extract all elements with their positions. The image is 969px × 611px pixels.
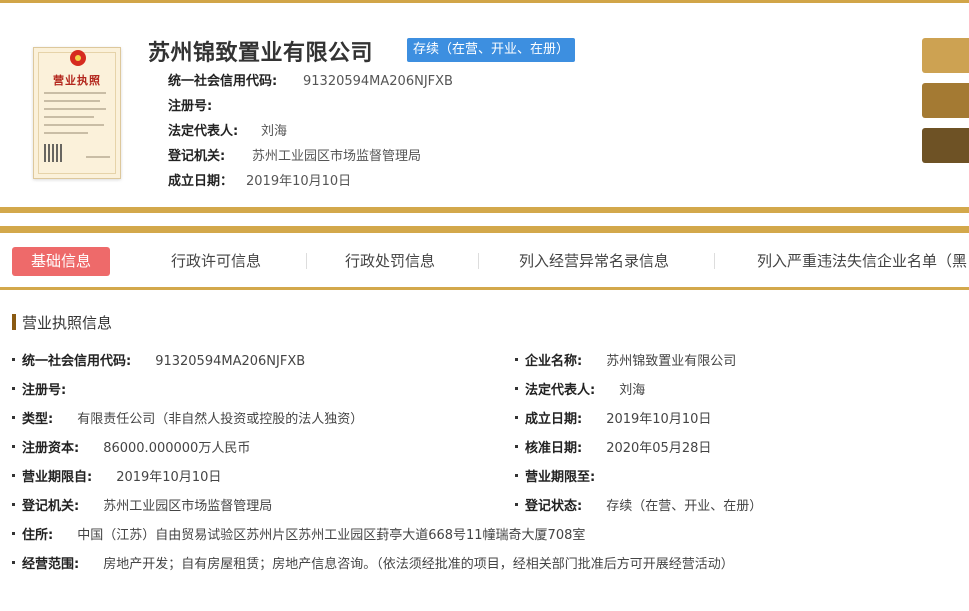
license-line (44, 124, 104, 126)
license-stamp-line (86, 156, 110, 158)
field-value: 2019年10月10日 (116, 470, 222, 485)
header-authority-value: 苏州工业园区市场监督管理局 (252, 149, 422, 164)
field-label: 类型: (22, 412, 54, 427)
field-authority: 登记机关: 苏州工业园区市场监督管理局 (12, 495, 272, 514)
tab-abnormal-list[interactable]: 列入经营异常名录信息 (519, 247, 669, 276)
license-line (44, 108, 106, 110)
tab-blacklist[interactable]: 列入严重违法失信企业名单（黑 (757, 247, 969, 276)
top-gold-bar (0, 0, 969, 3)
field-label: 成立日期: (525, 412, 583, 427)
field-scope: 经营范围: 房地产开发；自有房屋租赁；房地产信息咨询。（依法须经批准的项目，经相关… (12, 553, 734, 572)
section-title: 营业执照信息 (12, 312, 112, 333)
field-label: 登记机关: (22, 499, 80, 514)
bullet (12, 445, 15, 448)
field-term-from: 营业期限自: 2019年10月10日 (12, 466, 221, 485)
field-label: 注册资本: (22, 441, 80, 456)
header-legal-rep-label: 法定代表人: (168, 124, 239, 139)
bullet (12, 474, 15, 477)
tab-basic-info[interactable]: 基础信息 (12, 247, 110, 276)
field-label: 核准日期: (525, 441, 583, 456)
field-type: 类型: 有限责任公司（非自然人投资或控股的法人独资） (12, 408, 363, 427)
divider-gold-2 (0, 226, 969, 233)
divider-gold-3 (0, 287, 969, 290)
side-action-button-1[interactable] (922, 38, 969, 73)
bullet (515, 358, 518, 361)
status-badge: 存续（在营、开业、在册） (407, 38, 576, 62)
field-label: 注册号: (22, 383, 67, 398)
field-value: 有限责任公司（非自然人投资或控股的法人独资） (77, 412, 364, 427)
header-reg-no-row: 注册号: (168, 95, 212, 114)
bullet (12, 358, 15, 361)
field-address: 住所: 中国（江苏）自由贸易试验区苏州片区苏州工业园区葑亭大道668号11幢瑞奇大… (12, 524, 585, 543)
bullet (12, 532, 15, 535)
license-line (44, 92, 106, 94)
field-legal-rep: 法定代表人: 刘海 (515, 379, 645, 398)
field-approve-date: 核准日期: 2020年05月28日 (515, 437, 711, 456)
header-reg-no-label: 注册号: (168, 99, 213, 114)
tab-separator (478, 253, 479, 269)
bullet (12, 387, 15, 390)
field-label: 统一社会信用代码: (22, 354, 132, 369)
field-label: 住所: (22, 528, 54, 543)
field-value: 86000.000000万人民币 (103, 441, 251, 456)
field-value: 存续（在营、开业、在册） (606, 499, 763, 514)
divider-gold-1 (0, 207, 969, 213)
business-license-image[interactable]: 营业执照 (33, 47, 121, 179)
header-authority-row: 登记机关: 苏州工业园区市场监督管理局 (168, 145, 421, 164)
side-action-button-2[interactable] (922, 83, 969, 118)
tab-admin-penalty[interactable]: 行政处罚信息 (345, 247, 435, 276)
bullet (12, 416, 15, 419)
field-label: 营业期限自: (22, 470, 93, 485)
field-value: 刘海 (619, 383, 646, 398)
field-label: 企业名称: (525, 354, 583, 369)
header-credit-code-row: 统一社会信用代码: 91320594MA206NJFXB (168, 70, 453, 89)
side-action-button-3[interactable] (922, 128, 969, 163)
field-value: 2020年05月28日 (606, 441, 712, 456)
license-line (44, 100, 100, 102)
qr-code-icon (44, 144, 62, 162)
field-value: 苏州工业园区市场监督管理局 (103, 499, 273, 514)
field-label: 法定代表人: (525, 383, 596, 398)
bullet (515, 445, 518, 448)
field-value: 中国（江苏）自由贸易试验区苏州片区苏州工业园区葑亭大道668号11幢瑞奇大厦70… (77, 528, 586, 543)
field-reg-status: 登记状态: 存续（在营、开业、在册） (515, 495, 762, 514)
bullet (515, 474, 518, 477)
bullet (515, 387, 518, 390)
field-value: 2019年10月10日 (606, 412, 712, 427)
header-legal-rep-value: 刘海 (261, 124, 288, 139)
tab-separator (714, 253, 715, 269)
tab-admin-license[interactable]: 行政许可信息 (171, 247, 261, 276)
header-est-date-label: 成立日期： (168, 174, 234, 189)
header-est-date-value: 2019年10月10日 (246, 174, 352, 189)
header-credit-code-label: 统一社会信用代码: (168, 74, 278, 89)
field-label: 经营范围: (22, 557, 80, 572)
header-est-date-row: 成立日期： 2019年10月10日 (168, 170, 351, 189)
field-capital: 注册资本: 86000.000000万人民币 (12, 437, 250, 456)
bullet (12, 503, 15, 506)
tab-separator (306, 253, 307, 269)
field-est-date: 成立日期: 2019年10月10日 (515, 408, 711, 427)
field-value: 91320594MA206NJFXB (155, 354, 306, 369)
field-label: 营业期限至: (525, 470, 596, 485)
field-credit-code: 统一社会信用代码: 91320594MA206NJFXB (12, 350, 305, 369)
field-value: 房地产开发；自有房屋租赁；房地产信息咨询。（依法须经批准的项目，经相关部门批准后… (103, 557, 734, 572)
company-name: 苏州锦致置业有限公司 (148, 41, 374, 66)
license-line (44, 116, 94, 118)
field-company-name: 企业名称: 苏州锦致置业有限公司 (515, 350, 736, 369)
national-emblem-icon (70, 50, 86, 66)
header-credit-code-value: 91320594MA206NJFXB (303, 74, 453, 89)
header-legal-rep-row: 法定代表人: 刘海 (168, 120, 287, 139)
field-reg-no: 注册号: (12, 379, 66, 398)
field-label: 登记状态: (525, 499, 583, 514)
bullet (12, 561, 15, 564)
field-value: 苏州锦致置业有限公司 (606, 354, 737, 369)
header-authority-label: 登记机关: (168, 149, 226, 164)
license-line (44, 132, 88, 134)
bullet (515, 503, 518, 506)
license-title: 营业执照 (53, 74, 101, 87)
field-term-to: 营业期限至: (515, 466, 595, 485)
bullet (515, 416, 518, 419)
